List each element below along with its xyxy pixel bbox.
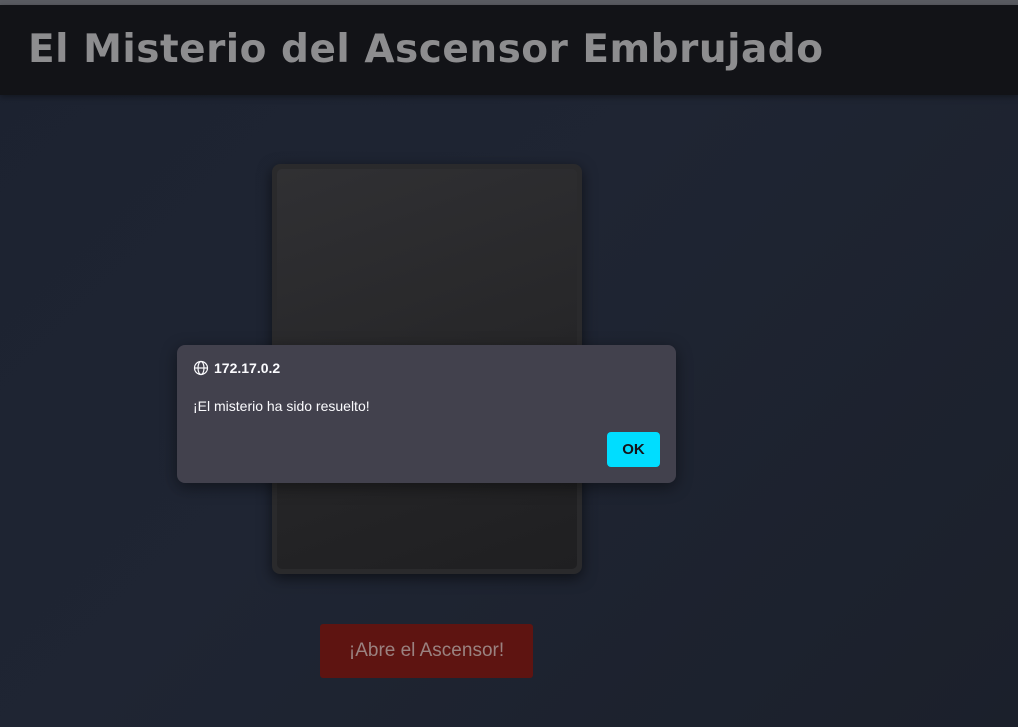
alert-dialog: 172.17.0.2 ¡El misterio ha sido resuelto… bbox=[177, 345, 676, 483]
globe-icon bbox=[193, 360, 209, 376]
page-title: El Misterio del Ascensor Embrujado bbox=[28, 27, 824, 72]
dialog-origin: 172.17.0.2 bbox=[193, 360, 280, 376]
open-elevator-button[interactable]: ¡Abre el Ascensor! bbox=[320, 624, 533, 678]
dialog-origin-text: 172.17.0.2 bbox=[214, 360, 281, 376]
page-header: El Misterio del Ascensor Embrujado bbox=[0, 5, 1018, 95]
dialog-message: ¡El misterio ha sido resuelto! bbox=[193, 398, 370, 414]
ok-button[interactable]: OK bbox=[607, 432, 660, 467]
